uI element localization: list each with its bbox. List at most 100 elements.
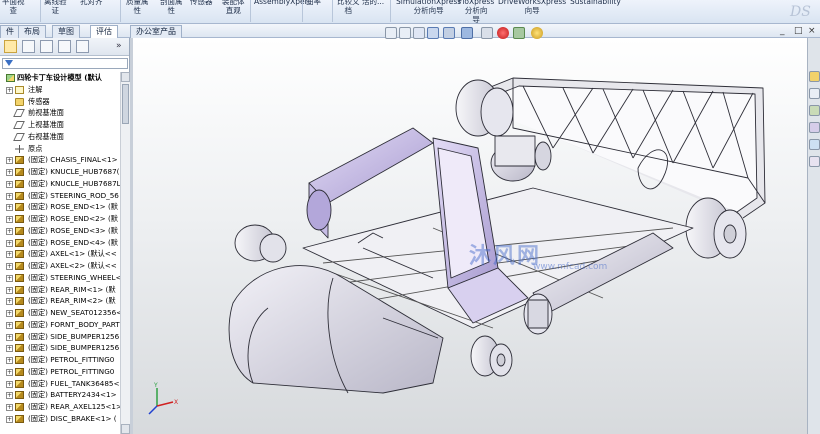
tree-item[interactable]: + 注解	[0, 84, 120, 96]
tree-item[interactable]: + (固定) BATTERY2434<1>	[0, 389, 120, 401]
expand-toggle-icon[interactable]: +	[6, 86, 13, 94]
tree-scrollbar[interactable]	[120, 72, 130, 434]
tree-item[interactable]: + (固定) SIDE_BUMPER1256	[0, 331, 120, 343]
configuration-manager-tab-icon[interactable]	[40, 40, 53, 53]
expand-toggle-icon[interactable]: +	[6, 239, 13, 247]
tree-filter-input[interactable]	[2, 58, 128, 69]
restore-button[interactable]: □	[794, 26, 803, 36]
hide-show-items-icon[interactable]	[481, 27, 493, 39]
display-style-icon[interactable]	[461, 27, 473, 39]
graphics-viewport[interactable]: Y X 沐风网 www.mfcad.com	[133, 38, 807, 434]
expand-toggle-icon[interactable]: +	[6, 368, 13, 376]
ribbon-button-8[interactable]: 曲率	[306, 0, 321, 6]
close-button[interactable]: ×	[808, 26, 816, 36]
ribbon-button-1[interactable]: 离线验 证	[44, 0, 67, 15]
ribbon-button-3[interactable]: 质量属 性	[126, 0, 149, 15]
expand-toggle-icon[interactable]: +	[6, 204, 13, 212]
expand-toggle-icon[interactable]: +	[6, 192, 13, 200]
tree-item[interactable]: + (固定) REAR_RIM<2> (默	[0, 295, 120, 307]
tree-item[interactable]: 前视基准面	[0, 107, 120, 119]
expand-toggle-icon[interactable]: +	[6, 227, 13, 235]
ribbon-button-0[interactable]: 平面视 查	[2, 0, 25, 15]
expand-toggle-icon[interactable]: +	[6, 263, 13, 270]
custom-properties-icon[interactable]	[809, 156, 820, 167]
previous-view-icon[interactable]	[413, 27, 425, 39]
ribbon-button-13[interactable]: DriveWorksXpress 向导	[498, 0, 566, 15]
expand-toggle-icon[interactable]: +	[6, 321, 13, 329]
ribbon-button-4[interactable]: 剖面属 性	[160, 0, 183, 15]
tree-item[interactable]: + (固定) KNUCLE_HUB7687(	[0, 166, 120, 178]
tree-item[interactable]: + (固定) ROSE_END<2> (默	[0, 213, 120, 225]
tree-item[interactable]: 传感器	[0, 96, 120, 108]
tree-item[interactable]: + (固定) CHASIS_FINAL<1>	[0, 154, 120, 166]
scroll-thumb[interactable]	[122, 84, 129, 124]
minimize-button[interactable]: _	[780, 26, 785, 36]
edit-appearance-icon[interactable]	[497, 27, 509, 39]
tree-item[interactable]: + (固定) AXEL<1> (默认<<	[0, 248, 120, 260]
tree-item[interactable]: + (固定) REAR_AXEL125<1>	[0, 401, 120, 413]
expand-toggle-icon[interactable]: +	[6, 216, 13, 223]
ribbon-button-10[interactable]: 活的...	[362, 0, 384, 6]
tree-item[interactable]: + (固定) ROSE_END<3> (默	[0, 225, 120, 237]
expand-toggle-icon[interactable]: +	[6, 345, 13, 353]
expand-toggle-icon[interactable]: +	[6, 251, 13, 259]
feature-tree-tab-icon[interactable]	[4, 40, 17, 53]
expand-toggle-icon[interactable]: +	[6, 380, 13, 388]
tree-item[interactable]: + (固定) STEERING_WHEEL<	[0, 272, 120, 284]
expand-toggle-icon[interactable]: +	[6, 415, 13, 423]
ribbon-button-12[interactable]: FloXpress 分析向 导	[458, 0, 494, 23]
solidworks-resources-icon[interactable]	[809, 71, 820, 82]
ribbon-button-14[interactable]: Sustainability	[570, 0, 621, 6]
tab-3[interactable]: 评估	[90, 25, 118, 38]
tree-item[interactable]: 原点	[0, 143, 120, 155]
tree-item[interactable]: + (固定) STEERING_ROD_56	[0, 190, 120, 202]
expand-toggle-icon[interactable]: +	[6, 298, 13, 306]
tree-item[interactable]: + (固定) DISC_BRAKE<1> (	[0, 413, 120, 425]
apply-scene-icon[interactable]	[513, 27, 525, 39]
ribbon-button-6[interactable]: 装配体 直观	[222, 0, 245, 15]
tree-item[interactable]: + (固定) ROSE_END<1> (默	[0, 201, 120, 213]
expand-toggle-icon[interactable]: +	[6, 392, 13, 400]
property-manager-tab-icon[interactable]	[22, 40, 35, 53]
tree-item[interactable]: + (固定) AXEL<2> (默认<<	[0, 260, 120, 272]
tab-0[interactable]: 件	[0, 25, 20, 38]
ribbon-button-11[interactable]: SimulationXpress 分析向导	[396, 0, 461, 15]
expand-toggle-icon[interactable]: +	[6, 286, 13, 294]
zoom-area-icon[interactable]	[399, 27, 411, 39]
expand-panel-icon[interactable]: »	[116, 41, 122, 51]
scroll-down-icon[interactable]	[121, 424, 130, 434]
tree-item[interactable]: + (固定) PETROL_FITTING0	[0, 354, 120, 366]
tree-item[interactable]: + (固定) FUEL_TANK36485<	[0, 378, 120, 390]
expand-toggle-icon[interactable]: +	[6, 157, 13, 165]
tree-item[interactable]: + (固定) PETROL_FITTING0	[0, 366, 120, 378]
expand-toggle-icon[interactable]: +	[6, 357, 13, 364]
tree-item[interactable]: 右视基准面	[0, 131, 120, 143]
expand-toggle-icon[interactable]: +	[6, 404, 13, 411]
expand-toggle-icon[interactable]: +	[6, 333, 13, 341]
zoom-to-fit-icon[interactable]	[385, 27, 397, 39]
tab-1[interactable]: 布局	[18, 25, 46, 38]
tab-4[interactable]: 办公室产品	[130, 25, 182, 38]
expand-toggle-icon[interactable]: +	[6, 274, 13, 282]
section-view-icon[interactable]	[427, 27, 439, 39]
tree-item[interactable]: 上视基准面	[0, 119, 120, 131]
ribbon-button-2[interactable]: 孔对齐	[80, 0, 103, 6]
expand-toggle-icon[interactable]: +	[6, 310, 13, 317]
file-explorer-icon[interactable]	[809, 105, 820, 116]
display-manager-tab-icon[interactable]	[76, 40, 89, 53]
design-library-icon[interactable]	[809, 88, 820, 99]
tree-item[interactable]: + (固定) SIDE_BUMPER1256	[0, 342, 120, 354]
tree-item[interactable]: + (固定) FORNT_BODY_PART	[0, 319, 120, 331]
tree-root[interactable]: 四轮卡丁车设计模型 (默认	[0, 72, 120, 84]
view-orientation-icon[interactable]	[443, 27, 455, 39]
tree-item[interactable]: + (固定) KNUCLE_HUB7687L	[0, 178, 120, 190]
dimxpert-tab-icon[interactable]	[58, 40, 71, 53]
expand-toggle-icon[interactable]: +	[6, 180, 13, 188]
tree-item[interactable]: + (固定) ROSE_END<4> (默	[0, 237, 120, 249]
tree-item[interactable]: + (固定) NEW_SEAT012356<	[0, 307, 120, 319]
ribbon-button-5[interactable]: 传感器	[190, 0, 213, 6]
tab-2[interactable]: 草图	[52, 25, 80, 38]
appearances-icon[interactable]	[809, 139, 820, 150]
scroll-up-icon[interactable]	[121, 72, 130, 82]
tree-item[interactable]: + (固定) REAR_RIM<1> (默	[0, 284, 120, 296]
